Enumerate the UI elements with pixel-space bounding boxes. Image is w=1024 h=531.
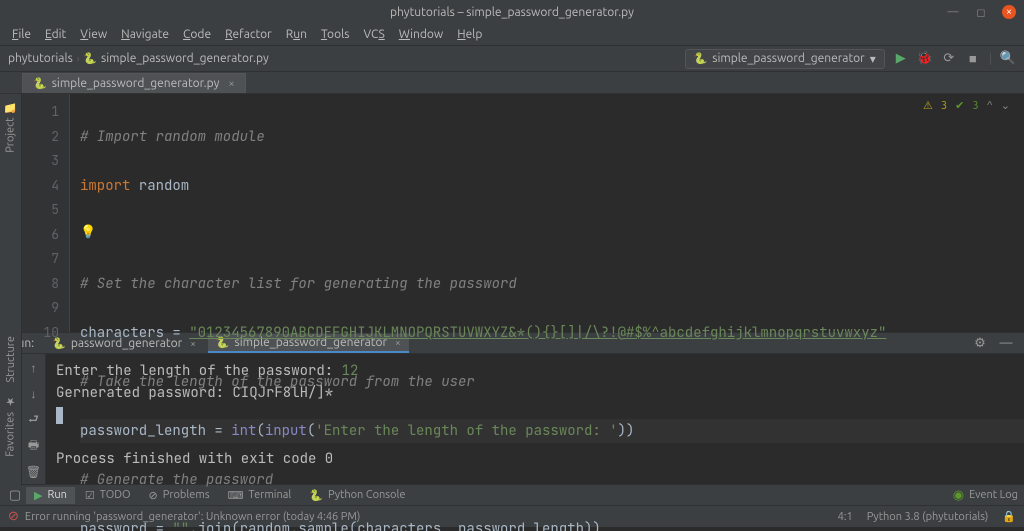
- breadcrumb: phytutorials › 🐍 simple_password_generat…: [8, 52, 269, 65]
- chevron-right-icon: ›: [77, 54, 80, 64]
- menu-edit[interactable]: Edit: [39, 26, 72, 43]
- stop-button[interactable]: ■: [965, 51, 981, 67]
- soft-wrap-icon[interactable]: ⮐: [26, 412, 42, 428]
- run-with-coverage-button[interactable]: ⟳: [941, 51, 957, 67]
- navigation-bar: phytutorials › 🐍 simple_password_generat…: [0, 46, 1024, 72]
- run-config-name: simple_password_generator: [712, 52, 865, 65]
- menu-run[interactable]: Run: [280, 26, 313, 43]
- titlebar: phytutorials – simple_password_generator…: [0, 0, 1024, 24]
- menu-bar: File Edit View Navigate Code Refactor Ru…: [0, 24, 1024, 46]
- editor-tabs: 🐍 simple_password_generator.py ×: [0, 72, 1024, 94]
- menu-refactor[interactable]: Refactor: [219, 26, 278, 43]
- search-everywhere-button[interactable]: 🔍: [1000, 51, 1016, 67]
- editor-tab-label: simple_password_generator.py: [52, 77, 220, 90]
- toolbar-right: 🐍 simple_password_generator ▾ ▶ 🐞 ⟳ ■ | …: [685, 49, 1016, 69]
- code-area[interactable]: # Import random module import random # S…: [70, 94, 1024, 332]
- menu-tools[interactable]: Tools: [315, 26, 356, 43]
- line-gutter: 1 2 3 4 5 6 7 8 9 10: [22, 94, 70, 332]
- window-controls: — ◻ ×: [946, 5, 1016, 19]
- star-icon: ★: [4, 395, 17, 408]
- main-area: Project 📁 ⚠3 ✔3 ^ ⌄ 💡 1 2 3 4 5 6 7 8 9 …: [0, 94, 1024, 332]
- menu-help[interactable]: Help: [451, 26, 488, 43]
- editor-tab[interactable]: 🐍 simple_password_generator.py ×: [22, 73, 246, 93]
- menu-window[interactable]: Window: [393, 26, 449, 43]
- python-icon: 🐍: [694, 52, 708, 65]
- project-icon: 📁: [4, 100, 17, 113]
- breadcrumb-project[interactable]: phytutorials: [8, 52, 73, 65]
- play-icon: ▶: [34, 489, 42, 502]
- bottom-square-icon[interactable]: ▢: [6, 487, 24, 503]
- left-tool-stripe-lower: Structure Favorites ★: [0, 332, 22, 486]
- debug-button[interactable]: 🐞: [917, 51, 933, 67]
- editor[interactable]: ⚠3 ✔3 ^ ⌄ 💡 1 2 3 4 5 6 7 8 9 10 # Impor…: [22, 94, 1024, 332]
- down-arrow-icon[interactable]: ↓: [26, 386, 42, 402]
- chevron-down-icon: ▾: [870, 52, 876, 66]
- close-button[interactable]: ×: [1002, 5, 1016, 19]
- menu-view[interactable]: View: [74, 26, 113, 43]
- print-icon[interactable]: 🖶: [26, 438, 42, 454]
- tab-run[interactable]: ▶ Run: [26, 487, 75, 504]
- menu-file[interactable]: File: [6, 26, 37, 43]
- close-tab-icon[interactable]: ×: [228, 78, 234, 90]
- error-icon: ⊘: [8, 509, 19, 524]
- run-config-selector[interactable]: 🐍 simple_password_generator ▾: [685, 49, 885, 69]
- favorites-tool-button[interactable]: Favorites ★: [4, 395, 17, 457]
- clear-icon[interactable]: 🗑: [26, 464, 42, 480]
- minimize-button[interactable]: —: [946, 5, 960, 19]
- menu-vcs[interactable]: VCS: [357, 26, 390, 43]
- breadcrumb-file[interactable]: simple_password_generator.py: [101, 52, 269, 65]
- up-arrow-icon[interactable]: ↑: [26, 360, 42, 376]
- menu-code[interactable]: Code: [177, 26, 217, 43]
- python-file-icon: 🐍: [33, 77, 47, 90]
- project-tool-button[interactable]: Project 📁: [4, 100, 17, 153]
- window-title: phytutorials – simple_password_generator…: [390, 6, 634, 19]
- left-tool-stripe: Project 📁: [0, 94, 22, 332]
- run-secondary-toolbar: ↑ ↓ ⮐ 🖶 🗑: [22, 354, 46, 484]
- maximize-button[interactable]: ◻: [974, 5, 988, 19]
- caret: [56, 407, 63, 424]
- structure-tool-button[interactable]: Structure: [5, 336, 17, 383]
- run-button[interactable]: ▶: [893, 51, 909, 67]
- menu-navigate[interactable]: Navigate: [115, 26, 175, 43]
- python-file-icon: 🐍: [83, 52, 97, 65]
